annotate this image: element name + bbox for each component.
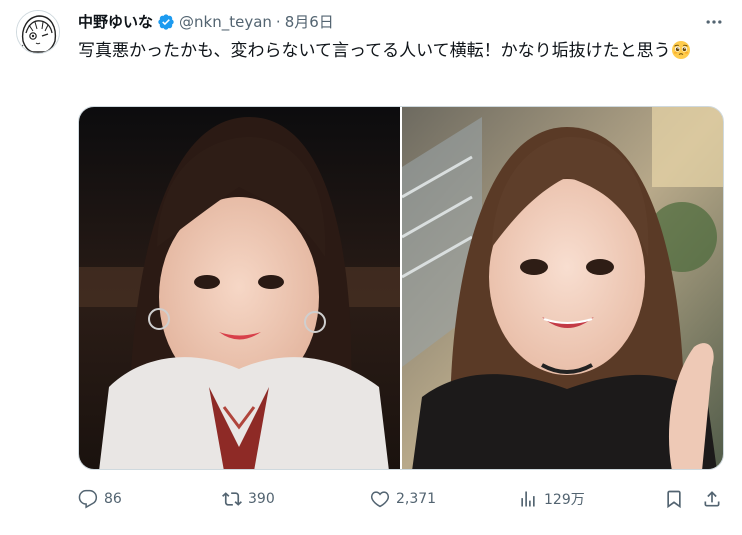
share-button[interactable] [702,484,722,514]
bookmark-button[interactable] [664,484,684,514]
display-name[interactable]: 中野ゆいな [78,12,153,32]
photo-after[interactable] [402,107,723,469]
anime-girl-avatar-icon [17,11,59,53]
photo-icon [79,107,400,469]
more-icon [706,20,722,24]
action-bar: 86 390 2,371 129万 [78,484,724,514]
reply-count: 86 [104,491,122,507]
user-handle[interactable]: @nkn_teyan [179,12,272,32]
views-count: 129万 [544,492,585,508]
like-count: 2,371 [396,491,437,507]
more-options-button[interactable] [702,10,726,34]
media-grid [78,106,724,470]
tweet-header: 中野ゆいな @nkn_teyan · 8月6日 [78,12,334,32]
reply-icon [78,489,98,509]
tweet-text: 写真悪かったかも、変わらないて言ってる人いて横転！かなり垢抜けたと思う [78,38,718,64]
photo-before[interactable] [79,107,400,469]
views-button[interactable]: 129万 [518,484,585,514]
separator-dot: · [275,13,281,31]
tweet[interactable]: 中野ゆいな @nkn_teyan · 8月6日 写真悪かったかも、変わらないて言… [0,0,742,535]
retweet-button[interactable]: 390 [222,484,275,514]
tweet-body: 写真悪かったかも、変わらないて言ってる人いて横転！かなり垢抜けたと思う [78,41,671,61]
pleading-face-icon [671,40,691,60]
retweet-count: 390 [248,491,275,507]
reply-button[interactable]: 86 [78,484,122,514]
photo-icon [402,107,723,469]
tweet-date[interactable]: 8月6日 [285,12,334,32]
share-icon [704,491,720,507]
bookmark-icon [667,490,681,509]
retweet-icon [222,492,242,506]
heart-icon [370,491,390,508]
views-icon [521,491,535,507]
like-button[interactable]: 2,371 [370,484,436,514]
avatar[interactable] [16,10,60,54]
verified-badge-icon [157,13,175,31]
